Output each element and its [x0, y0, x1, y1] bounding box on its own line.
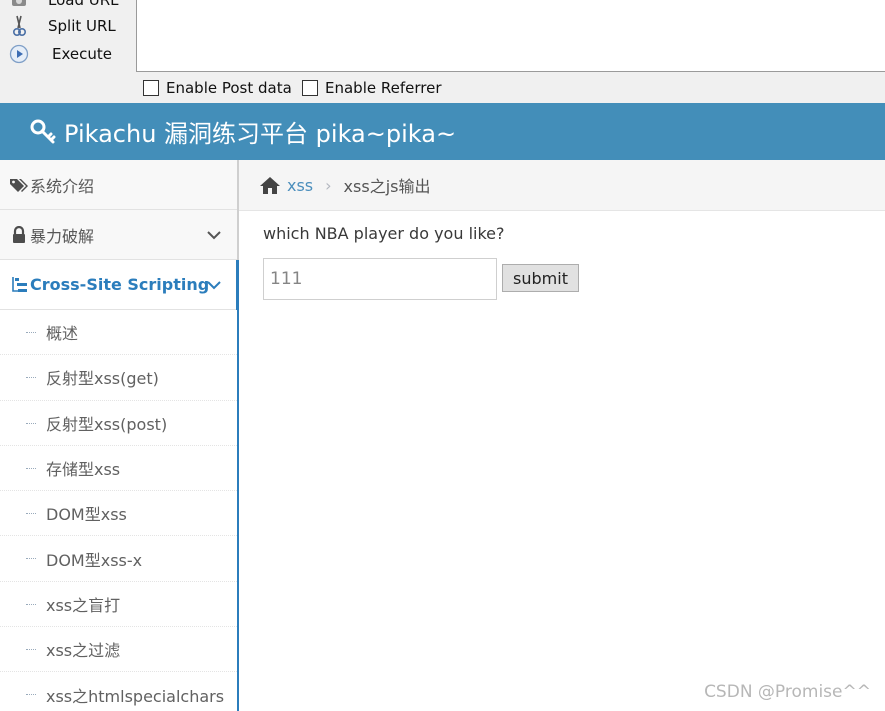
scissors-icon — [8, 15, 30, 37]
submenu-item-dom[interactable]: DOM型xss — [0, 491, 237, 537]
sidebar-item-intro[interactable]: 系统介绍 — [0, 160, 237, 210]
tags-icon — [8, 177, 30, 193]
enable-post-checkbox[interactable]: Enable Post data — [143, 79, 292, 97]
lock-icon — [8, 226, 30, 243]
submenu-item-reflected-get[interactable]: 反射型xss(get) — [0, 355, 237, 401]
hackbar-toolbar: Load URL Split URL Execute Enable Post d… — [0, 0, 885, 103]
question-label: which NBA player do you like? — [263, 224, 505, 243]
sidebar: 系统介绍 暴力破解 Cross-Site Scripting 概述 反射型xss… — [0, 160, 239, 711]
hackbar-actions: Load URL Split URL Execute — [0, 0, 136, 103]
load-url-icon — [8, 0, 30, 11]
chevron-down-icon — [207, 277, 221, 296]
tree-list-icon — [8, 276, 30, 294]
chevron-down-icon — [207, 227, 221, 246]
play-icon — [8, 43, 30, 65]
submenu-item-filter[interactable]: xss之过滤 — [0, 627, 237, 673]
submenu-item-reflected-post[interactable]: 反射型xss(post) — [0, 400, 237, 446]
submenu-item-htmlspecialchars[interactable]: xss之htmlspecialchars — [0, 672, 237, 711]
submenu-item-stored[interactable]: 存储型xss — [0, 445, 237, 492]
xss-submenu: 概述 反射型xss(get) 反射型xss(post) 存储型xss DOM型x… — [0, 310, 237, 711]
key-icon — [30, 119, 56, 145]
breadcrumb-separator: › — [325, 175, 332, 195]
enable-referrer-checkbox[interactable]: Enable Referrer — [302, 79, 441, 97]
player-input[interactable] — [263, 258, 497, 300]
load-url-button[interactable]: Load URL — [8, 0, 119, 12]
watermark: CSDN @Promise^^ — [704, 682, 871, 702]
site-title[interactable]: Pikachu 漏洞练习平台 pika~pika~ — [64, 114, 456, 149]
home-icon[interactable] — [259, 176, 281, 195]
execute-button[interactable]: Execute — [8, 42, 112, 66]
hackbar-url-textarea[interactable] — [136, 0, 885, 72]
sidebar-item-brute-force[interactable]: 暴力破解 — [0, 210, 237, 260]
breadcrumb-link-xss[interactable]: xss — [287, 176, 313, 195]
breadcrumb: xss › xss之js输出 — [239, 160, 885, 211]
sidebar-item-xss[interactable]: Cross-Site Scripting — [0, 260, 237, 310]
checkbox-box[interactable] — [143, 80, 159, 96]
submenu-item-blind[interactable]: xss之盲打 — [0, 581, 237, 628]
submenu-item-dom-x[interactable]: DOM型xss-x — [0, 536, 237, 582]
submit-button[interactable]: submit — [502, 264, 579, 292]
submenu-item-overview[interactable]: 概述 — [0, 310, 237, 356]
checkbox-box[interactable] — [302, 80, 318, 96]
site-banner: Pikachu 漏洞练习平台 pika~pika~ — [0, 103, 885, 160]
split-url-button[interactable]: Split URL — [8, 14, 116, 38]
breadcrumb-current: xss之js输出 — [343, 177, 431, 196]
